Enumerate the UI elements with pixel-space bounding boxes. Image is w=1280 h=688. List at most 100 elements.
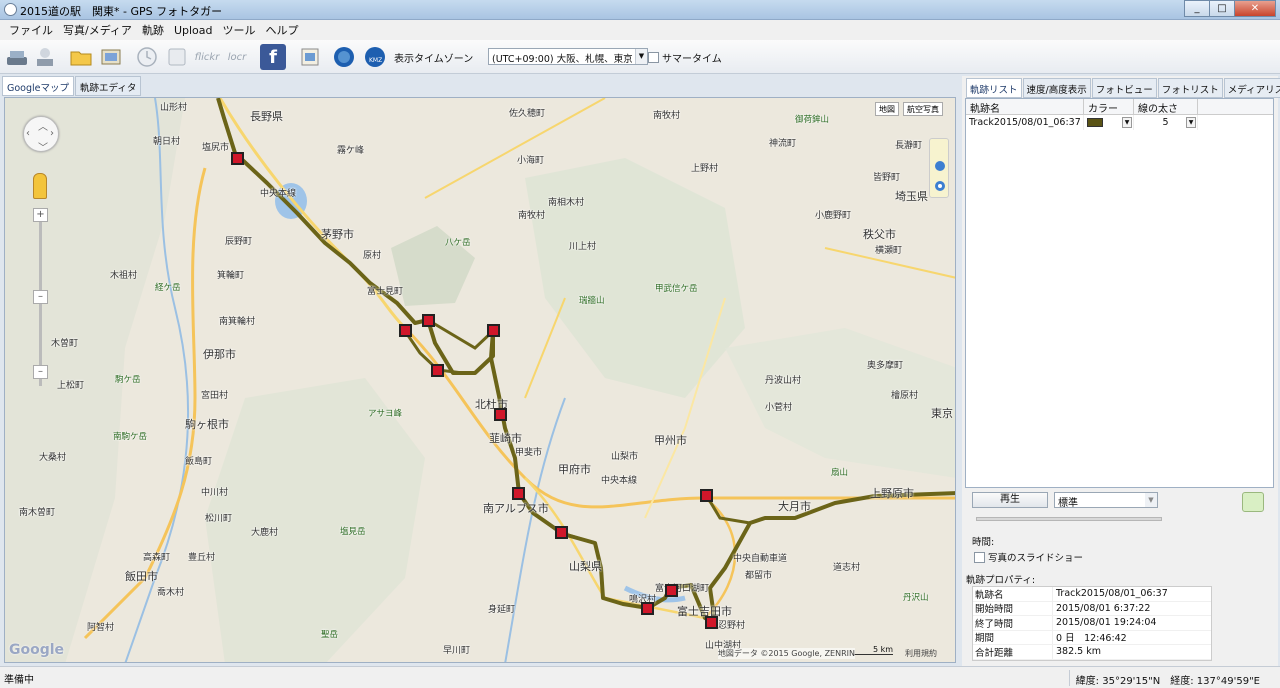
chevron-down-icon[interactable]: ﹀	[38, 139, 48, 154]
map-type-satellite-button[interactable]: 航空写真	[903, 102, 943, 116]
map-place-label: 大桑村	[39, 453, 67, 463]
map-place-label: 丹沢山	[903, 593, 929, 603]
open-folder-icon[interactable]	[68, 44, 94, 70]
map-place-label: 南アルプス市	[483, 502, 549, 515]
facebook-icon[interactable]: f	[260, 44, 286, 70]
map-place-label: 箕輪町	[217, 271, 245, 281]
minimize-button[interactable]: _	[1184, 0, 1210, 17]
chevron-down-icon[interactable]: ▼	[1186, 117, 1196, 128]
track-width-cell[interactable]: 5 ▼	[1134, 115, 1198, 130]
track-marker[interactable]	[487, 324, 500, 337]
table-row[interactable]: Track2015/08/01_06:37 ▼ 5 ▼	[966, 115, 1273, 130]
tab-photo-list[interactable]: フォトリスト	[1157, 78, 1223, 98]
map-place-label: 南相木村	[548, 198, 585, 208]
zoom-slider-handle[interactable]: –	[33, 290, 48, 304]
save-icon[interactable]	[164, 44, 190, 70]
map-terms-link[interactable]: 利用規約	[905, 648, 937, 659]
track-name-cell[interactable]: Track2015/08/01_06:37	[966, 115, 1084, 130]
property-value: 2015/08/01 6:37:22	[1056, 602, 1151, 614]
play-button[interactable]: 再生	[972, 492, 1048, 508]
tab-google-map[interactable]: Googleマップ	[2, 76, 75, 96]
tab-track-editor[interactable]: 軌跡エディタ	[75, 76, 142, 96]
map-place-label: 中川村	[201, 488, 229, 498]
map-place-label: 茅野市	[321, 228, 354, 241]
track-marker[interactable]	[641, 602, 654, 615]
menu-track[interactable]: 軌跡	[137, 22, 169, 38]
kmz-icon[interactable]: KMZ	[362, 44, 388, 70]
track-marker[interactable]	[231, 152, 244, 165]
tab-media-list[interactable]: メディアリスト	[1223, 78, 1280, 98]
track-marker[interactable]	[555, 526, 568, 539]
pan-control[interactable]: ︿ ‹ › ﹀	[23, 116, 59, 154]
timezone-select[interactable]: (UTC+09:00) 大阪、札幌、東京 ▼	[488, 48, 648, 65]
tab-track-list[interactable]: 軌跡リスト	[966, 78, 1022, 98]
map-place-label: 身延町	[488, 605, 516, 615]
map-type-road-button[interactable]: 地図	[875, 102, 899, 116]
flickr-icon[interactable]: flickr	[194, 44, 220, 70]
track-marker[interactable]	[431, 364, 444, 377]
close-button[interactable]: ✕	[1234, 0, 1276, 17]
map-place-label: 横瀬町	[875, 246, 903, 256]
chevron-up-icon[interactable]: ︿	[38, 118, 48, 133]
map-scale: 5 km	[853, 645, 893, 655]
map-place-label: 飯島町	[185, 457, 213, 467]
menu-photo-media[interactable]: 写真/メディア	[58, 22, 137, 38]
location-pin-icon[interactable]	[935, 161, 945, 171]
locr-icon[interactable]: locr	[224, 44, 250, 70]
playback-slider[interactable]	[976, 517, 1162, 521]
target-icon[interactable]	[935, 181, 945, 191]
slideshow-checkbox[interactable]	[974, 552, 985, 563]
track-color-cell[interactable]: ▼	[1084, 115, 1134, 130]
map-view[interactable]: 長野県 山形村 塩尻市 朝日村 霧ケ峰 中央本線 茅野市 辰野町 箕輪町 木祖村 経ケ岳 南箕輪村 伊那…	[4, 97, 956, 663]
track-marker[interactable]	[512, 487, 525, 500]
map-place-label: 御荷鉾山	[795, 115, 830, 125]
window-title: 2015道の駅 関東* - GPS フォトタガー	[20, 5, 223, 18]
summer-time-checkbox[interactable]	[648, 52, 659, 63]
col-track-name[interactable]: 軌跡名	[966, 99, 1084, 115]
clock-icon[interactable]	[134, 44, 160, 70]
track-marker[interactable]	[399, 324, 412, 337]
map-place-label: 朝日村	[153, 137, 181, 147]
chevron-down-icon[interactable]: ▼	[1122, 117, 1132, 128]
track-marker[interactable]	[700, 489, 713, 502]
recycle-bin-icon[interactable]	[1242, 492, 1264, 512]
zoom-in-button[interactable]: +	[33, 208, 48, 222]
track-marker[interactable]	[705, 616, 718, 629]
import-track-icon[interactable]	[32, 44, 58, 70]
maximize-button[interactable]: □	[1209, 0, 1235, 17]
map-place-label: 豊丘村	[188, 553, 216, 563]
map-place-label: 上野原市	[870, 487, 914, 500]
property-value: 0 日 12:46:42	[1056, 633, 1127, 645]
map-copyright: 地図データ ©2015 Google, ZENRIN	[717, 648, 855, 659]
gps-device-icon[interactable]	[4, 44, 30, 70]
map-place-label: 塩見岳	[340, 527, 366, 537]
street-view-pegman-icon[interactable]	[33, 173, 47, 199]
col-color[interactable]: カラー	[1084, 99, 1134, 115]
track-marker[interactable]	[665, 584, 678, 597]
map-place-label: 富士河口湖町	[655, 584, 710, 594]
tab-photo-view[interactable]: フォトビュー	[1091, 78, 1157, 98]
export-icon[interactable]	[297, 44, 323, 70]
menu-upload[interactable]: Upload	[169, 24, 218, 37]
map-place-label: 富士見町	[367, 287, 404, 297]
zoom-out-button[interactable]: –	[33, 365, 48, 379]
chevron-left-icon[interactable]: ‹	[26, 128, 30, 139]
col-line-width[interactable]: 線の太さ	[1134, 99, 1198, 115]
map-place-label: 皆野町	[873, 173, 901, 183]
map-place-label: 忍野村	[718, 621, 746, 631]
map-place-label: 駒ケ岳	[115, 375, 141, 385]
menu-tools[interactable]: ツール	[217, 22, 260, 38]
tab-speed-altitude[interactable]: 速度/高度表示	[1022, 78, 1091, 98]
menu-help[interactable]: ヘルプ	[260, 22, 303, 38]
chevron-right-icon[interactable]: ›	[50, 128, 54, 139]
track-marker[interactable]	[494, 408, 507, 421]
speed-select[interactable]: 標準 ▼	[1054, 492, 1158, 509]
google-earth-icon[interactable]	[331, 44, 357, 70]
property-row: 開始時間 2015/08/01 6:37:22	[973, 601, 1211, 616]
right-panel: 軌跡リスト 速度/高度表示 フォトビュー フォトリスト メディアリスト 軌跡名 …	[962, 76, 1280, 666]
marker-tools[interactable]	[929, 138, 949, 198]
menu-file[interactable]: ファイル	[4, 22, 58, 38]
property-value: Track2015/08/01_06:37	[1056, 588, 1168, 600]
track-marker[interactable]	[422, 314, 435, 327]
photos-icon[interactable]	[98, 44, 124, 70]
